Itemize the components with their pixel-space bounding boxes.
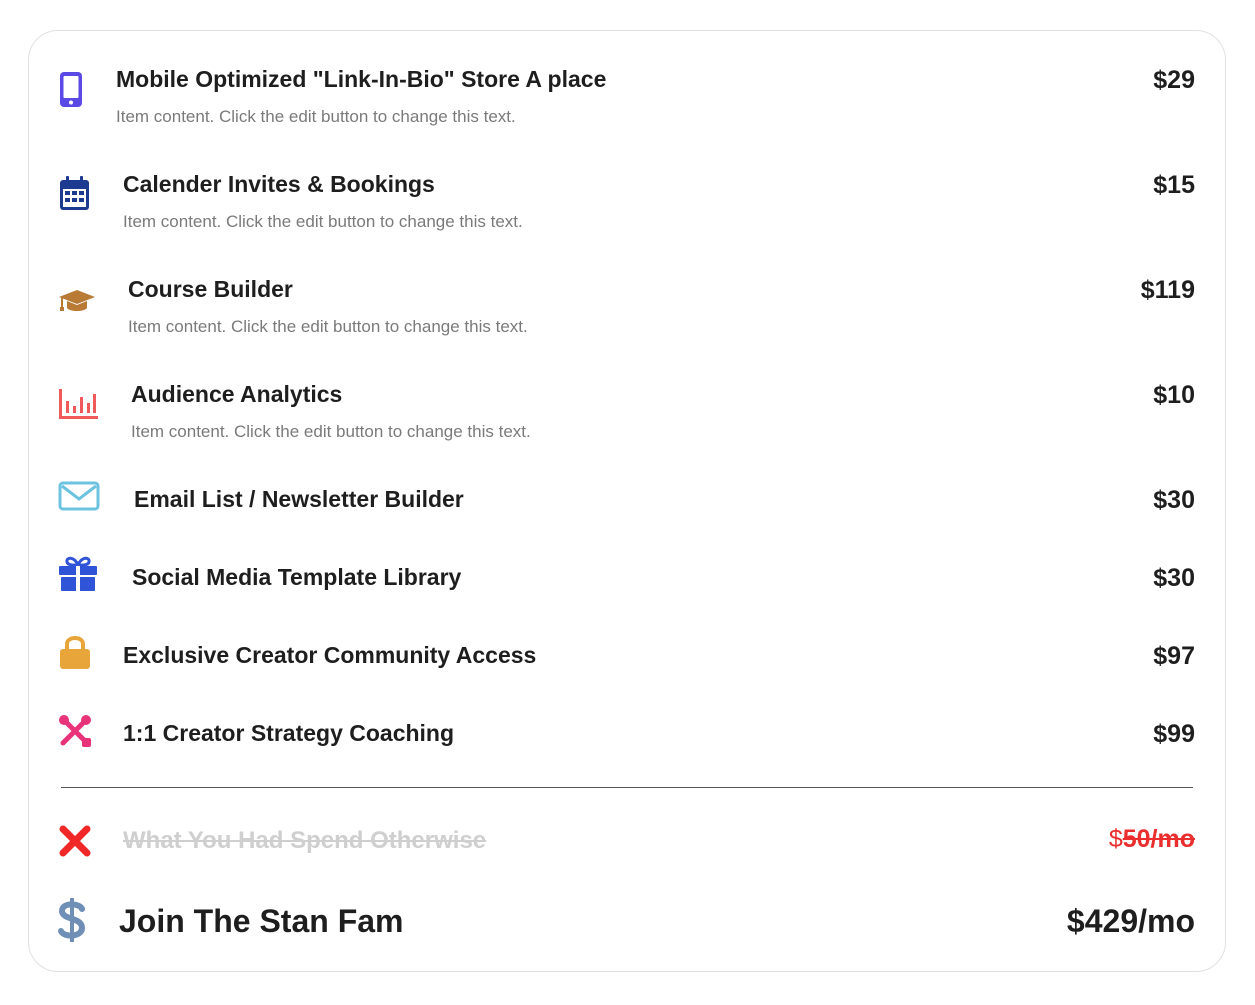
item-description: Item content. Click the edit button to c… xyxy=(123,212,523,231)
lock-icon xyxy=(57,633,93,671)
item-title: Social Media Template Library xyxy=(132,564,462,590)
item-price: $10 xyxy=(1153,381,1195,409)
old-price: $50/mo xyxy=(1109,825,1195,854)
item-price: $30 xyxy=(1153,486,1195,514)
item-title: Audience Analytics xyxy=(131,381,343,407)
tools-icon xyxy=(57,713,93,749)
item-description: Item content. Click the edit button to c… xyxy=(131,422,531,441)
item-price: $119 xyxy=(1140,276,1195,304)
item-title: Calender Invites & Bookings xyxy=(123,171,435,197)
dollar-sign-icon xyxy=(57,896,87,944)
bar-chart-icon xyxy=(57,387,99,421)
divider xyxy=(61,787,1193,788)
gift-icon xyxy=(57,555,99,593)
mobile-phone-icon xyxy=(57,69,85,109)
item-price: $99 xyxy=(1153,720,1195,748)
item-title: Exclusive Creator Community Access xyxy=(123,642,537,668)
join-title: Join The Stan Fam xyxy=(119,903,404,939)
item-price: $30 xyxy=(1153,564,1195,592)
item-price: $15 xyxy=(1153,171,1195,199)
join-price: $429/mo xyxy=(1066,903,1195,939)
old-price-currency: $ xyxy=(1108,825,1123,853)
item-description: Item content. Click the edit button to c… xyxy=(128,317,528,336)
graduation-cap-icon xyxy=(57,287,97,315)
x-mark-icon xyxy=(57,823,93,859)
item-price: $29 xyxy=(1153,66,1195,94)
old-price-amount: 50/mo xyxy=(1122,825,1195,853)
calendar-icon xyxy=(57,175,91,211)
pricing-card: Mobile Optimized "Link-In-Bio" Store A p… xyxy=(28,30,1226,972)
item-title: Course Builder xyxy=(128,276,293,302)
item-title: 1:1 Creator Strategy Coaching xyxy=(123,720,455,746)
otherwise-title: What You Had Spend Otherwise xyxy=(123,827,487,854)
item-description: Item content. Click the edit button to c… xyxy=(116,107,516,126)
envelope-icon xyxy=(57,479,101,513)
item-price: $97 xyxy=(1153,642,1195,670)
item-title: Mobile Optimized "Link-In-Bio" Store A p… xyxy=(116,66,607,92)
item-title: Email List / Newsletter Builder xyxy=(134,486,464,512)
